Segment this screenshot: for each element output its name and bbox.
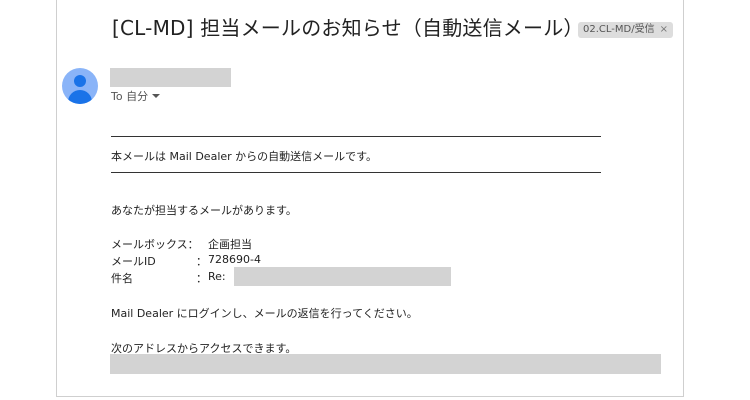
subject-colon: ： — [196, 272, 207, 285]
avatar-body — [68, 90, 92, 104]
recipient-line[interactable]: To 自分 — [111, 88, 161, 104]
login-instruction: Mail Dealer にログインし、メールの返信を行ってください。 — [111, 307, 418, 320]
email-subject: [CL-MD] 担当メールのお知らせ（自動送信メール） — [112, 16, 584, 40]
divider-top — [111, 136, 601, 137]
label-chip[interactable]: 02.CL-MD/受信 × — [578, 22, 673, 38]
recipient-text: To 自分 — [111, 90, 149, 103]
chevron-down-icon[interactable] — [152, 94, 161, 98]
divider-bottom — [111, 172, 601, 173]
remove-label-icon[interactable]: × — [660, 23, 668, 37]
mailid-colon: ： — [196, 255, 207, 268]
mailbox-value: 企画担当 — [208, 238, 252, 251]
avatar[interactable] — [62, 68, 98, 104]
access-url-redacted[interactable] — [110, 354, 661, 374]
mailid-value: 728690-4 — [208, 253, 261, 266]
subject-redacted — [234, 267, 451, 286]
avatar-head — [74, 75, 86, 87]
subject-row: [CL-MD] 担当メールのお知らせ（自動送信メール） — [112, 12, 584, 41]
sender-name-redacted — [110, 68, 231, 87]
subject-label: 件名 — [111, 272, 133, 285]
assigned-text: あなたが担当するメールがあります。 — [111, 204, 297, 217]
auto-send-notice: 本メールは Mail Dealer からの自動送信メールです。 — [111, 150, 378, 163]
mailid-label: メールID — [111, 255, 156, 268]
email-frame — [56, 0, 684, 397]
subject-value: Re: — [208, 270, 226, 283]
label-chip-text: 02.CL-MD/受信 — [583, 24, 655, 35]
mailbox-label: メールボックス： — [111, 238, 199, 251]
